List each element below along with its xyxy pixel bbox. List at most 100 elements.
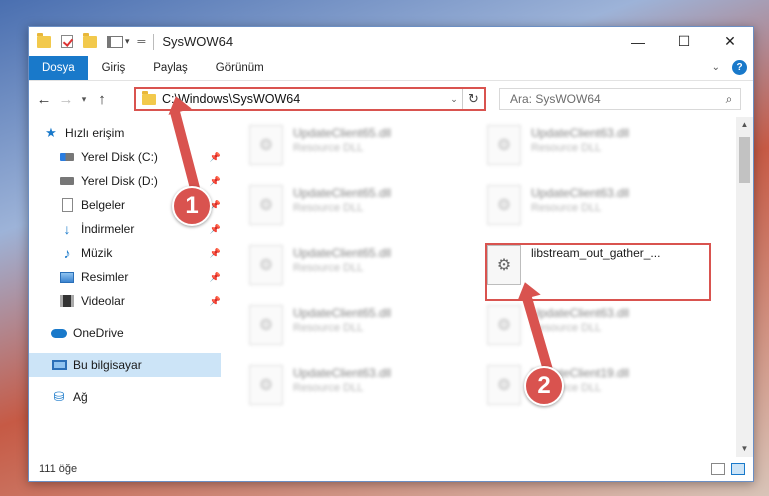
list-item[interactable]: ⚙ UpdateClient65.dll Resource DLL (249, 243, 479, 297)
chevron-down-icon[interactable]: ⌄ (446, 94, 462, 105)
film-icon (59, 294, 75, 308)
help-icon[interactable]: ? (732, 60, 747, 75)
sidebar-item-disk-c[interactable]: Yerel Disk (C:) 📌 (29, 145, 221, 169)
view-switcher (705, 463, 745, 475)
network-icon: ⛁ (53, 389, 65, 404)
pictures-icon (59, 270, 75, 284)
address-path[interactable]: C:\Windows\SysWOW64 (162, 92, 446, 106)
minimize-button[interactable]: — (615, 27, 661, 56)
list-item[interactable]: ⚙ UpdateClient63.dll Resource DLL (487, 183, 717, 237)
chevron-down-icon[interactable]: ▾ (125, 36, 130, 47)
title-bar: ▾ ═ SysWOW64 — ☐ ✕ (29, 27, 753, 56)
download-icon: ↓ (63, 221, 71, 237)
up-arrow-icon[interactable]: ↑ (91, 91, 113, 108)
file-type: Resource DLL (293, 202, 364, 214)
sidebar-item-music[interactable]: ♪ Müzik 📌 (29, 241, 222, 265)
vertical-scrollbar[interactable]: ▲ ▼ (736, 117, 753, 457)
scroll-down-icon[interactable]: ▼ (736, 441, 753, 457)
ribbon-tabs: Dosya Giriş Paylaş Görünüm ⌄ ? (29, 56, 753, 81)
file-type: Resource DLL (293, 382, 364, 394)
sidebar-item-label: Ağ (73, 390, 88, 404)
address-row: ← → ▾ ↑ C:\Windows\SysWOW64 ⌄ ↻ Ara: Sys… (29, 82, 753, 116)
file-name: UpdateClient63.dll (293, 366, 392, 380)
file-name: UpdateClient63.dll (531, 306, 630, 320)
status-bar: 111 öğe (29, 457, 753, 481)
file-name: UpdateClient65.dll (293, 186, 392, 200)
sidebar-item-label: Hızlı erişim (65, 126, 125, 140)
file-name: UpdateClient63.dll (531, 126, 630, 140)
dll-file-icon: ⚙ (249, 185, 283, 225)
sidebar-item-quick-access[interactable]: ★ Hızlı erişim (29, 121, 221, 145)
list-item[interactable]: ⚙ UpdateClient63.dll Resource DLL (487, 123, 717, 177)
list-item[interactable]: ⚙ UpdateClient65.dll Resource DLL (249, 183, 479, 237)
navigation-pane: ★ Hızlı erişim Yerel Disk (C:) 📌 Yerel D… (29, 121, 221, 457)
back-arrow-icon[interactable]: ← (33, 91, 55, 108)
expand-ribbon-icon[interactable]: ⌄ (712, 62, 720, 73)
title-separator (153, 33, 155, 50)
scroll-up-icon[interactable]: ▲ (736, 117, 753, 133)
dll-file-icon: ⚙ (487, 365, 521, 405)
address-bar[interactable]: C:\Windows\SysWOW64 ⌄ ↻ (134, 87, 486, 111)
file-type: Resource DLL (531, 142, 602, 154)
file-list: ⚙ UpdateClient65.dll Resource DLL ⚙ Updat… (239, 117, 739, 457)
star-icon: ★ (45, 125, 57, 140)
file-type: Resource DLL (531, 322, 602, 334)
cloud-icon (51, 326, 67, 340)
list-item[interactable]: ⚙ UpdateClient63.dll Resource DLL (249, 363, 479, 417)
list-item[interactable]: ⚙ UpdateClient63.dll Resource DLL (487, 303, 717, 357)
tab-share[interactable]: Paylaş (139, 56, 202, 80)
view-options-icon[interactable] (107, 35, 123, 48)
document-icon (59, 198, 75, 212)
pin-icon[interactable]: 📌 (210, 272, 221, 283)
sidebar-item-label: OneDrive (73, 326, 124, 340)
search-icon[interactable]: ⌕ (718, 92, 740, 107)
sidebar-item-pictures[interactable]: Resimler 📌 (29, 265, 221, 289)
refresh-icon[interactable]: ↻ (462, 89, 484, 109)
pin-icon[interactable]: 📌 (210, 248, 221, 259)
explorer-window: ▾ ═ SysWOW64 — ☐ ✕ Dosya Giriş Paylaş Gö… (28, 26, 754, 482)
target-file-highlight (485, 243, 711, 301)
pin-icon[interactable]: 📌 (210, 176, 221, 187)
details-view-icon[interactable] (711, 463, 725, 475)
search-input[interactable]: Ara: SysWOW64 ⌕ (499, 88, 741, 110)
file-name: UpdateClient65.dll (293, 246, 392, 260)
dll-file-icon: ⚙ (249, 125, 283, 165)
sidebar-item-this-pc[interactable]: Bu bilgisayar (29, 353, 221, 377)
drive-icon (59, 150, 75, 164)
pin-icon[interactable]: 📌 (210, 224, 221, 235)
sidebar-item-label: Belgeler (81, 198, 126, 212)
pin-icon[interactable]: 📌 (210, 296, 221, 307)
tab-home[interactable]: Giriş (88, 56, 140, 80)
ribbon-right: ⌄ ? (712, 60, 747, 75)
recent-locations-icon[interactable]: ▾ (77, 94, 91, 105)
new-folder-icon[interactable] (83, 32, 97, 48)
tab-file[interactable]: Dosya (29, 56, 88, 80)
tab-view[interactable]: Görünüm (202, 56, 278, 80)
drive-icon (59, 174, 75, 188)
file-type: Resource DLL (293, 262, 364, 274)
sidebar-item-label: Yerel Disk (C:) (81, 150, 158, 164)
dll-file-icon: ⚙ (487, 125, 521, 165)
list-item[interactable]: ⚙ UpdateClient65.dll Resource DLL (249, 123, 479, 177)
search-placeholder[interactable]: Ara: SysWOW64 (510, 92, 718, 106)
properties-check-icon[interactable] (61, 35, 73, 48)
scroll-thumb[interactable] (739, 137, 750, 183)
folder-icon[interactable] (37, 32, 51, 48)
window-controls: — ☐ ✕ (615, 27, 753, 56)
list-item[interactable]: ⚙ UpdateClient19.dll Resource DLL (487, 363, 717, 417)
sidebar-item-videos[interactable]: Videolar 📌 (29, 289, 221, 313)
tiles-view-icon[interactable] (731, 463, 745, 475)
dll-file-icon: ⚙ (249, 245, 283, 285)
pin-icon[interactable]: 📌 (210, 152, 221, 163)
music-note-icon: ♪ (63, 245, 71, 261)
forward-arrow-icon[interactable]: → (55, 91, 77, 108)
dll-file-icon: ⚙ (249, 305, 283, 345)
close-button[interactable]: ✕ (707, 27, 753, 56)
sidebar-item-network[interactable]: ⛁ Ağ (29, 385, 221, 409)
sidebar-item-onedrive[interactable]: OneDrive (29, 321, 221, 345)
sidebar-item-label: Resimler (81, 270, 129, 284)
customize-quick-access-icon[interactable]: ═ (138, 36, 146, 48)
maximize-button[interactable]: ☐ (661, 27, 707, 56)
folder-icon (142, 90, 156, 105)
list-item[interactable]: ⚙ UpdateClient65.dll Resource DLL (249, 303, 479, 357)
